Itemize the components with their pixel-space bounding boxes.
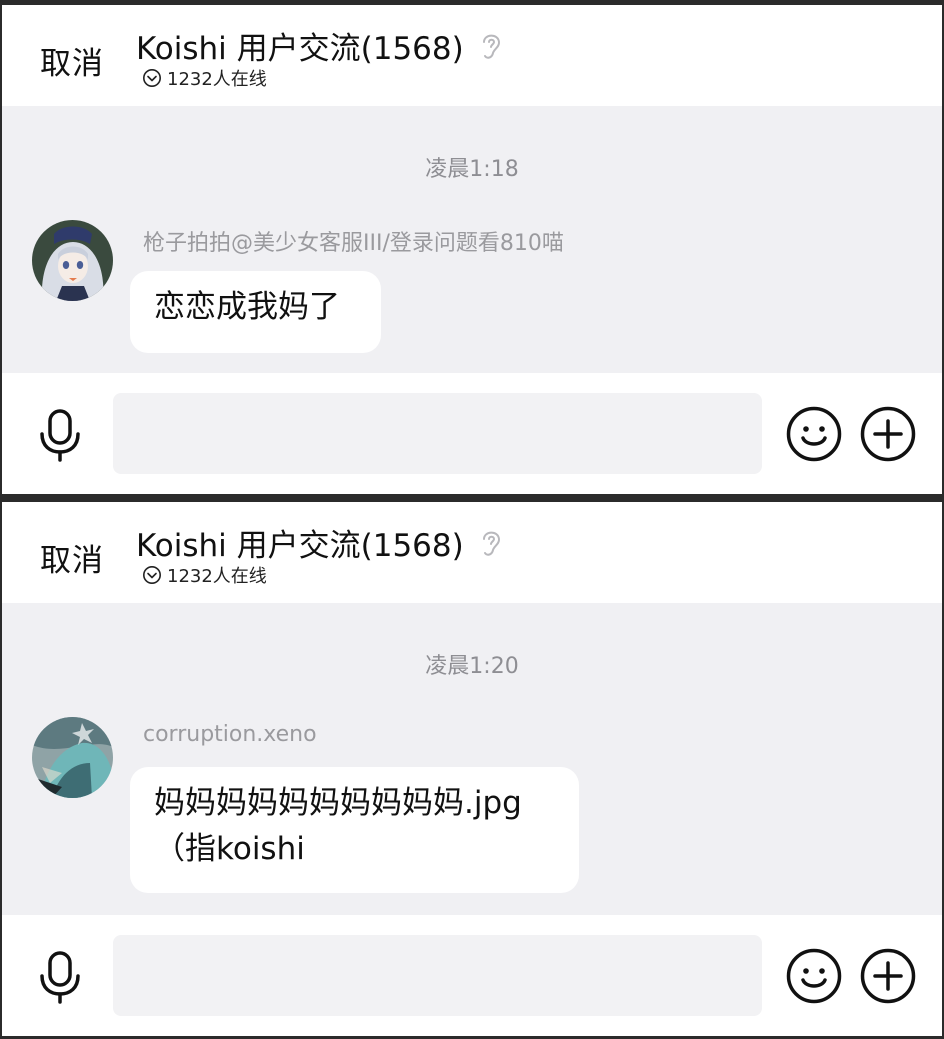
online-count: 1232人在线 — [167, 69, 267, 90]
avatar[interactable] — [32, 220, 113, 301]
group-title: Koishi 用户交流(1568) — [136, 23, 504, 68]
input-bar — [2, 915, 942, 1036]
group-title-text: Koishi 用户交流(1568) — [136, 31, 464, 67]
online-status[interactable]: 1232人在线 — [142, 562, 267, 588]
ear-icon[interactable] — [478, 527, 504, 559]
avatar-image — [32, 717, 113, 798]
smiley-icon[interactable] — [786, 948, 842, 1004]
sender-name: corruption.xeno — [143, 722, 317, 747]
group-title: Koishi 用户交流(1568) — [136, 520, 504, 565]
message-line: 恋恋成我妈了 — [154, 289, 340, 325]
smiley-icon[interactable] — [786, 406, 842, 462]
cancel-button[interactable]: 取消 — [40, 38, 104, 83]
chevron-circle-icon — [143, 566, 161, 584]
message-timestamp: 凌晨1:18 — [425, 157, 519, 182]
microphone-icon[interactable] — [36, 950, 84, 1004]
group-title-text: Koishi 用户交流(1568) — [136, 528, 464, 564]
chat-screenshot-2: 取消 Koishi 用户交流(1568) 1232人在线 凌晨1:20 corr… — [2, 502, 942, 1036]
plus-circle-icon[interactable] — [860, 406, 916, 462]
message-bubble[interactable]: 恋恋成我妈了 — [130, 271, 381, 353]
ear-icon[interactable] — [478, 30, 504, 62]
avatar-image — [32, 220, 113, 301]
message-input[interactable] — [113, 935, 762, 1016]
input-bar — [2, 373, 942, 494]
chat-header: 取消 Koishi 用户交流(1568) 1232人在线 — [2, 5, 942, 106]
message-timestamp: 凌晨1:20 — [425, 654, 519, 679]
chat-header: 取消 Koishi 用户交流(1568) 1232人在线 — [2, 502, 942, 603]
online-status[interactable]: 1232人在线 — [142, 65, 267, 91]
message-line: （指koishi — [154, 831, 305, 867]
message-line: 妈妈妈妈妈妈妈妈妈妈.jpg — [154, 785, 522, 821]
sender-name: 枪子拍拍@美少女客服III/登录问题看810喵 — [143, 231, 564, 256]
message-bubble[interactable]: 妈妈妈妈妈妈妈妈妈妈.jpg （指koishi — [130, 767, 579, 893]
microphone-icon[interactable] — [36, 408, 84, 462]
chat-screenshot-1: 取消 Koishi 用户交流(1568) 1232人在线 凌晨1:18 枪子拍拍… — [2, 5, 942, 494]
online-count: 1232人在线 — [167, 566, 267, 587]
avatar[interactable] — [32, 717, 113, 798]
message-input[interactable] — [113, 393, 762, 474]
cancel-button[interactable]: 取消 — [40, 535, 104, 580]
chevron-circle-icon — [143, 69, 161, 87]
plus-circle-icon[interactable] — [860, 948, 916, 1004]
